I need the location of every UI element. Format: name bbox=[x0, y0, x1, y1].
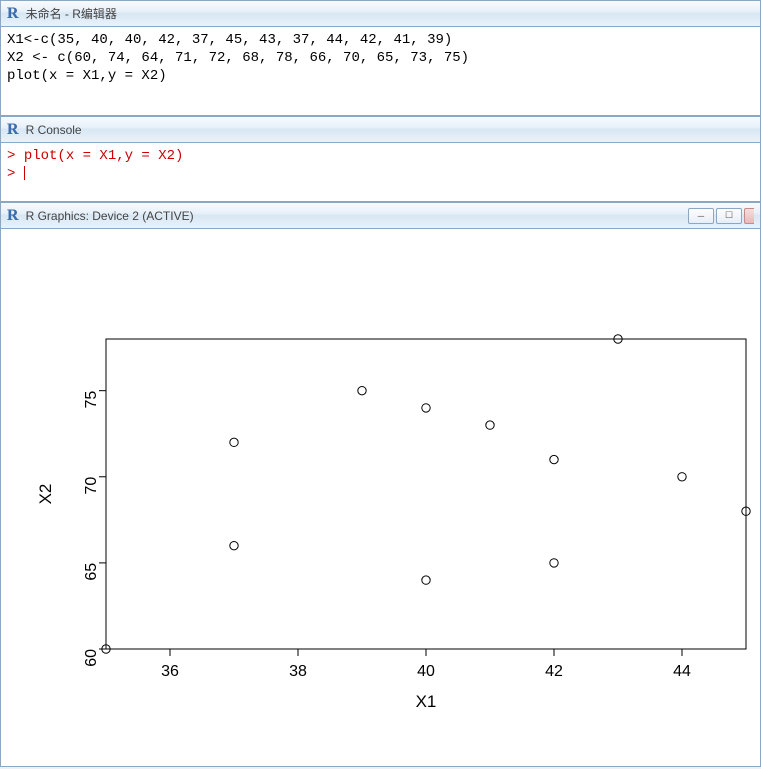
editor-body[interactable]: X1<-c(35, 40, 40, 42, 37, 45, 43, 37, 44… bbox=[1, 27, 760, 89]
x-tick-label: 44 bbox=[673, 663, 691, 680]
x-tick-label: 36 bbox=[161, 663, 179, 680]
data-point bbox=[678, 473, 686, 481]
plot-frame bbox=[106, 339, 746, 649]
x-axis-label: X1 bbox=[416, 692, 437, 711]
graphics-body: 36 38 40 42 44 60 65 70 75 X1 X2 bbox=[1, 229, 760, 739]
y-tick-label: 65 bbox=[83, 563, 100, 581]
minimize-button[interactable]: ─ bbox=[688, 208, 714, 224]
r-logo-icon: R bbox=[7, 121, 20, 139]
editor-titlebar[interactable]: R 未命名 - R编辑器 ─ bbox=[1, 1, 760, 27]
console-title: R Console bbox=[26, 123, 754, 137]
data-point bbox=[230, 438, 238, 446]
maximize-button[interactable]: ☐ bbox=[716, 208, 742, 224]
graphics-title: R Graphics: Device 2 (ACTIVE) bbox=[26, 209, 688, 223]
close-button[interactable] bbox=[744, 208, 754, 224]
data-point bbox=[550, 455, 558, 463]
console-prompt: > bbox=[7, 166, 24, 182]
console-command: plot(x = X1,y = X2) bbox=[24, 148, 184, 164]
data-point bbox=[230, 541, 238, 549]
data-point bbox=[486, 421, 494, 429]
data-point bbox=[422, 576, 430, 584]
data-point bbox=[358, 386, 366, 394]
console-prompt: > bbox=[7, 148, 24, 164]
x-tick-label: 40 bbox=[417, 663, 435, 680]
editor-window: R 未命名 - R编辑器 ─ X1<-c(35, 40, 40, 42, 37,… bbox=[0, 0, 761, 116]
editor-line: X1<-c(35, 40, 40, 42, 37, 45, 43, 37, 44… bbox=[7, 32, 452, 48]
x-tick-label: 42 bbox=[545, 663, 563, 680]
console-window: R R Console > plot(x = X1,y = X2) > bbox=[0, 116, 761, 202]
console-titlebar[interactable]: R R Console bbox=[1, 117, 760, 143]
data-point bbox=[422, 404, 430, 412]
x-tick-label: 38 bbox=[289, 663, 307, 680]
y-tick-label: 70 bbox=[83, 477, 100, 495]
y-tick-label: 75 bbox=[83, 391, 100, 409]
r-logo-icon: R bbox=[7, 207, 20, 225]
r-logo-icon: R bbox=[7, 5, 20, 23]
editor-title: 未命名 - R编辑器 bbox=[26, 5, 728, 22]
editor-line: plot(x = X1,y = X2) bbox=[7, 68, 167, 84]
scatter-plot: 36 38 40 42 44 60 65 70 75 X1 X2 bbox=[1, 229, 760, 766]
graphics-window-controls: ─ ☐ bbox=[688, 208, 754, 224]
editor-line: X2 <- c(60, 74, 64, 71, 72, 68, 78, 66, … bbox=[7, 50, 469, 66]
graphics-titlebar[interactable]: R R Graphics: Device 2 (ACTIVE) ─ ☐ bbox=[1, 203, 760, 229]
y-axis-label: X2 bbox=[36, 484, 55, 505]
y-tick-label: 60 bbox=[83, 649, 100, 667]
console-body[interactable]: > plot(x = X1,y = X2) > bbox=[1, 143, 760, 187]
data-point bbox=[550, 559, 558, 567]
graphics-window: R R Graphics: Device 2 (ACTIVE) ─ ☐ 36 38… bbox=[0, 202, 761, 767]
cursor-icon bbox=[24, 166, 25, 180]
